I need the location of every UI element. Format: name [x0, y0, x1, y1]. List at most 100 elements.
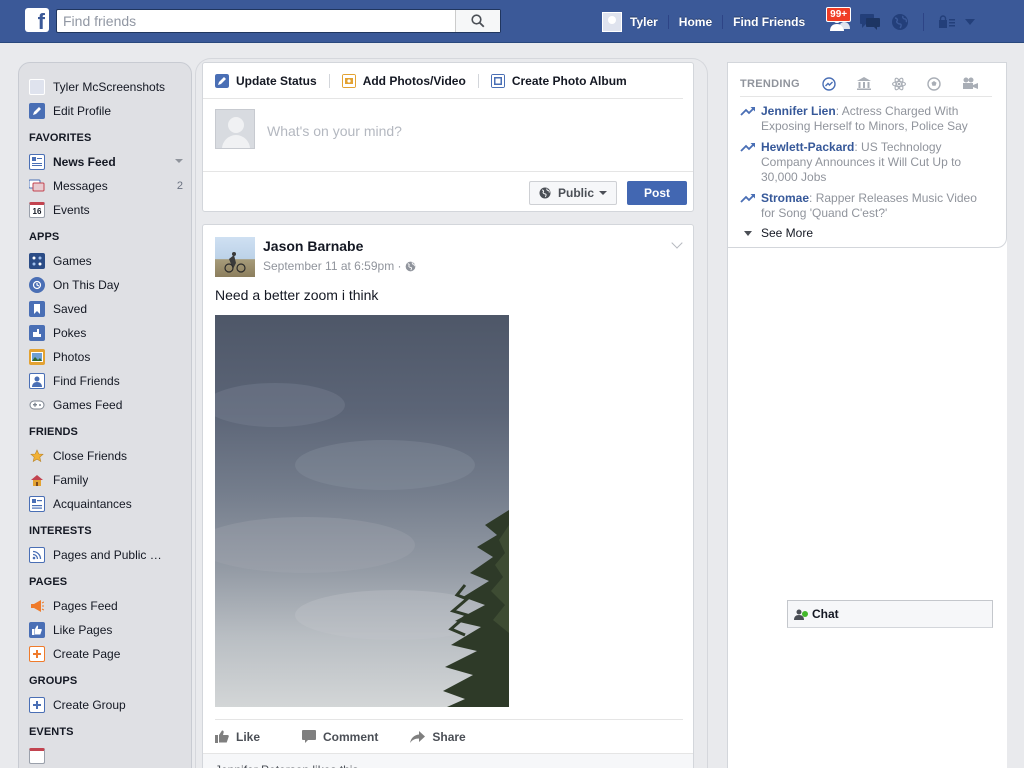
online-status-dot — [802, 611, 808, 617]
plus-icon — [29, 646, 45, 662]
sidebar-item-create-page[interactable]: Create Page — [29, 642, 191, 666]
post-likes-summary[interactable]: Jennifer Peterson likes this. — [203, 753, 693, 768]
share-button[interactable]: Share — [410, 729, 466, 744]
trending-tab-entertainment[interactable] — [962, 77, 978, 94]
share-icon — [410, 730, 426, 743]
sidebar-item-event-partial[interactable] — [29, 744, 191, 768]
composer-body[interactable]: What's on your mind? — [203, 99, 693, 171]
profile-link[interactable]: Tyler — [630, 14, 669, 29]
like-label: Like — [236, 729, 261, 744]
find-friends-link[interactable]: Find Friends — [723, 15, 815, 29]
composer-footer: Public Post — [203, 171, 693, 211]
search-icon — [471, 14, 485, 28]
sidebar-item-messages[interactable]: Messages 2 — [29, 174, 191, 198]
sidebar-label: Messages — [53, 179, 108, 193]
comment-button[interactable]: Comment — [302, 730, 378, 744]
sidebar-label: Events — [53, 203, 90, 217]
sidebar-item-find-friends[interactable]: Find Friends — [29, 369, 191, 393]
friend-requests-badge: 99+ — [826, 6, 852, 22]
trending-item[interactable]: Hewlett-Packard: US Technology Company A… — [740, 140, 990, 185]
facebook-logo[interactable]: f — [25, 8, 49, 32]
sidebar-item-pages-feed[interactable]: Pages Feed — [29, 594, 191, 618]
sidebar-item-acquaintances[interactable]: Acquaintances — [29, 492, 191, 516]
trending-item[interactable]: Stromae: Rapper Releases Music Video for… — [740, 191, 990, 221]
nav-right: Tyler Home Find Friends 99+ — [602, 0, 978, 43]
trending-topic[interactable]: Jennifer Lien — [761, 104, 836, 118]
profile-avatar-icon — [29, 79, 45, 95]
trending-header: TRENDING — [740, 75, 992, 97]
sidebar-item-like-pages[interactable]: Like Pages — [29, 618, 191, 642]
privacy-label: Public — [557, 186, 594, 200]
trending-title: TRENDING — [740, 77, 800, 90]
sidebar-label: On This Day — [53, 278, 120, 292]
post-timestamp[interactable]: September 11 at 6:59pm · — [263, 259, 402, 273]
see-more-link[interactable]: See More — [744, 226, 813, 240]
trending-tab-politics[interactable] — [856, 77, 871, 94]
sidebar-item-create-group[interactable]: Create Group — [29, 693, 191, 717]
tab-add-photos-video[interactable]: Add Photos/Video — [341, 73, 466, 88]
chevron-down-icon — [965, 18, 976, 25]
tab-create-photo-album[interactable]: Create Photo Album — [490, 73, 627, 88]
trending-tab-sports[interactable] — [927, 76, 941, 94]
messages-jewel[interactable] — [855, 10, 885, 34]
sidebar-label: Saved — [53, 302, 88, 316]
like-button[interactable]: Like — [215, 730, 260, 744]
chat-label: Chat — [812, 607, 839, 621]
tree-photo-illustration — [215, 383, 509, 707]
sidebar-item-on-this-day[interactable]: On This Day — [29, 273, 191, 297]
news-feed-icon — [29, 154, 45, 170]
sidebar-item-saved[interactable]: Saved — [29, 297, 191, 321]
sidebar-profile[interactable]: Tyler McScreenshots — [29, 75, 191, 99]
trending-arrow-icon — [740, 191, 756, 221]
share-label: Share — [432, 729, 466, 744]
trending-box: TRENDING Jennifer Lien: Actress Charged … — [727, 62, 1007, 248]
star-icon — [29, 448, 45, 464]
house-icon — [29, 472, 45, 488]
post-author-name[interactable]: Jason Barnabe — [263, 238, 363, 254]
comment-icon — [302, 730, 317, 743]
trending-topic[interactable]: Hewlett-Packard — [761, 140, 854, 154]
trending-tab-top[interactable] — [822, 76, 836, 94]
post-photo[interactable] — [215, 315, 509, 707]
trending-topic[interactable]: Stromae — [761, 191, 809, 205]
sidebar-label: Like Pages — [53, 623, 113, 637]
sidebar-item-events[interactable]: 16 Events — [29, 198, 191, 222]
user-avatar[interactable] — [602, 11, 622, 32]
home-link[interactable]: Home — [669, 14, 724, 29]
soccer-ball-icon — [927, 76, 941, 91]
notifications-jewel[interactable] — [885, 10, 915, 34]
privacy-selector[interactable]: Public — [529, 181, 617, 205]
chat-tab[interactable]: Chat — [787, 600, 993, 628]
account-menu[interactable] — [962, 10, 978, 34]
sidebar-item-close-friends[interactable]: Close Friends — [29, 444, 191, 468]
sidebar-item-family[interactable]: Family — [29, 468, 191, 492]
section-pages: PAGES — [29, 576, 68, 588]
sidebar-item-pokes[interactable]: Pokes — [29, 321, 191, 345]
sidebar-edit-profile[interactable]: Edit Profile — [29, 99, 191, 123]
sidebar-item-games[interactable]: Games — [29, 249, 191, 273]
tab-update-status[interactable]: Update Status — [215, 73, 317, 88]
search-input[interactable] — [57, 10, 452, 32]
chevron-down-icon[interactable] — [175, 159, 183, 163]
post-actions: Like Comment Share — [215, 719, 683, 753]
trending-tab-science[interactable] — [891, 77, 906, 94]
messages-count: 2 — [176, 180, 183, 192]
search-button[interactable] — [455, 10, 500, 32]
sidebar-item-news-feed[interactable]: News Feed — [29, 150, 191, 174]
sidebar-label: Photos — [53, 350, 91, 364]
sidebar-item-games-feed[interactable]: Games Feed — [29, 393, 191, 417]
trending-item[interactable]: Jennifer Lien: Actress Charged With Expo… — [740, 104, 990, 134]
atom-icon — [891, 77, 906, 90]
status-input[interactable]: What's on your mind? — [267, 123, 402, 139]
post-options-chevron-icon[interactable] — [671, 237, 683, 249]
photo-album-icon — [490, 73, 505, 88]
tab-label: Add Photos/Video — [362, 73, 466, 88]
thumbs-up-icon — [29, 622, 45, 638]
friend-requests-jewel[interactable]: 99+ — [825, 6, 855, 34]
sidebar-profile-name: Tyler McScreenshots — [53, 80, 166, 94]
sidebar-item-photos[interactable]: Photos — [29, 345, 191, 369]
privacy-shortcuts[interactable] — [932, 10, 962, 34]
post-button[interactable]: Post — [627, 181, 687, 205]
sidebar-item-pages-and-public[interactable]: Pages and Public … — [29, 543, 191, 567]
post-author-avatar[interactable] — [215, 237, 255, 277]
